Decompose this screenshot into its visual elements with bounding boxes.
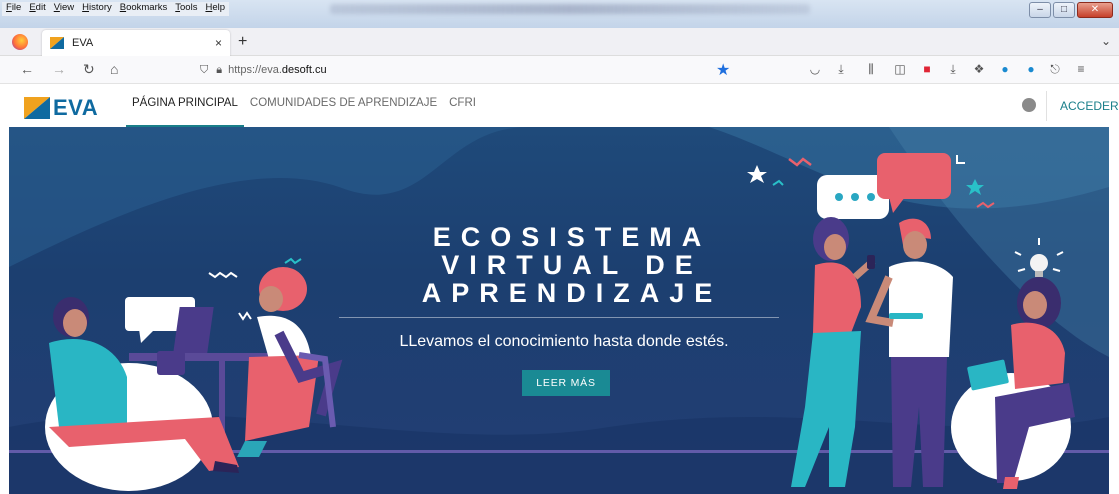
menu-edit[interactable]: Edit bbox=[29, 2, 45, 16]
site-header: EVA PÁGINA PRINCIPAL COMUNIDADES DE APRE… bbox=[0, 85, 1119, 127]
headline-line-2: VIRTUAL DE bbox=[441, 250, 703, 280]
firefox-menu-icon[interactable] bbox=[12, 34, 28, 50]
nav-comunidades[interactable]: COMUNIDADES DE APRENDIZAJE bbox=[244, 85, 443, 127]
headline-line-3: APRENDIZAJE bbox=[421, 278, 723, 308]
menu-tools[interactable]: Tools bbox=[175, 2, 197, 16]
hero-divider bbox=[339, 317, 779, 318]
headline-line-1: ECOSISTEMA bbox=[432, 222, 712, 252]
hero-banner: ECOSISTEMA VIRTUAL DE APRENDIZAJE LLevam… bbox=[9, 127, 1109, 494]
pocket-icon[interactable]: ◡ bbox=[806, 60, 824, 78]
tab-title: EVA bbox=[72, 37, 94, 49]
home-icon[interactable]: ⌂ bbox=[110, 61, 118, 77]
logo-text: EVA bbox=[53, 95, 99, 120]
window-titlebar: File Edit View History Bookmarks Tools H… bbox=[0, 0, 1119, 28]
downloads-icon[interactable]: ⤓ bbox=[832, 60, 850, 78]
lock-icon[interactable]: 🔒︎ bbox=[216, 64, 222, 77]
close-window-button[interactable]: ✕ bbox=[1077, 2, 1113, 18]
window-controls: – □ ✕ bbox=[1029, 2, 1113, 18]
url-prefix: https://eva. bbox=[228, 64, 282, 76]
extension-download-icon[interactable]: ⤓ bbox=[944, 60, 962, 78]
menu-view[interactable]: View bbox=[54, 2, 74, 16]
main-navigation: PÁGINA PRINCIPAL COMUNIDADES DE APRENDIZ… bbox=[126, 85, 482, 127]
menu-help[interactable]: Help bbox=[205, 2, 225, 16]
bookmark-star-icon[interactable]: ★ bbox=[716, 60, 730, 80]
extension-blue-2-icon[interactable]: ● bbox=[1022, 60, 1040, 78]
forward-arrow-icon[interactable]: → bbox=[52, 61, 66, 77]
hero-headline: ECOSISTEMA VIRTUAL DE APRENDIZAJE bbox=[387, 223, 757, 307]
blurred-window-title bbox=[330, 4, 810, 14]
read-more-button[interactable]: LEER MÁS bbox=[522, 370, 610, 396]
hero-tagline: LLevamos el conocimiento hasta donde est… bbox=[399, 333, 729, 350]
eva-logo-mark-icon bbox=[24, 97, 50, 119]
list-all-tabs-icon[interactable]: ⌄ bbox=[1101, 34, 1111, 48]
hero-illustration bbox=[9, 127, 1109, 494]
menu-bar: File Edit View History Bookmarks Tools H… bbox=[2, 2, 230, 16]
maximize-button[interactable]: □ bbox=[1053, 2, 1075, 18]
back-arrow-icon[interactable]: ← bbox=[20, 61, 34, 77]
tab-close-icon[interactable]: × bbox=[215, 36, 222, 50]
shield-icon[interactable]: ⛉ bbox=[200, 64, 208, 77]
sidebar-icon[interactable]: ◫ bbox=[891, 60, 909, 78]
menu-file[interactable]: File bbox=[6, 2, 21, 16]
nav-pagina-principal[interactable]: PÁGINA PRINCIPAL bbox=[126, 85, 244, 127]
address-bar[interactable]: ⛉ 🔒︎ https://eva. desoft.cu bbox=[190, 59, 750, 81]
new-tab-button[interactable]: + bbox=[238, 33, 247, 51]
tab-strip: EVA × + ⌄ bbox=[0, 28, 1119, 56]
login-link[interactable]: ACCEDER bbox=[1060, 99, 1119, 113]
menu-bookmarks[interactable]: Bookmarks bbox=[120, 2, 168, 16]
navigation-toolbar: ← → ↻ ⌂ ⛉ 🔒︎ https://eva. desoft.cu ★ ◡ ⤓… bbox=[0, 56, 1119, 84]
extension-blue-icon[interactable]: ● bbox=[996, 60, 1014, 78]
nav-cfri[interactable]: CFRI bbox=[443, 85, 482, 127]
share-icon[interactable]: ⎋ bbox=[1046, 60, 1064, 78]
url-domain: desoft.cu bbox=[281, 64, 327, 76]
reload-icon[interactable]: ↻ bbox=[83, 61, 95, 77]
eva-favicon-icon bbox=[50, 37, 64, 49]
extension-puzzle-icon[interactable]: ❖ bbox=[970, 60, 988, 78]
hamburger-menu-icon[interactable]: ≡ bbox=[1072, 60, 1090, 78]
minimize-button[interactable]: – bbox=[1029, 2, 1051, 18]
menu-history[interactable]: History bbox=[82, 2, 112, 16]
tab-eva[interactable]: EVA × bbox=[42, 30, 230, 56]
language-globe-icon[interactable] bbox=[1022, 98, 1036, 112]
library-icon[interactable]: ⫼ bbox=[862, 60, 880, 78]
eva-logo[interactable]: EVA bbox=[24, 95, 98, 121]
extension-red-icon[interactable]: ■ bbox=[918, 60, 936, 78]
login-divider bbox=[1046, 91, 1047, 121]
